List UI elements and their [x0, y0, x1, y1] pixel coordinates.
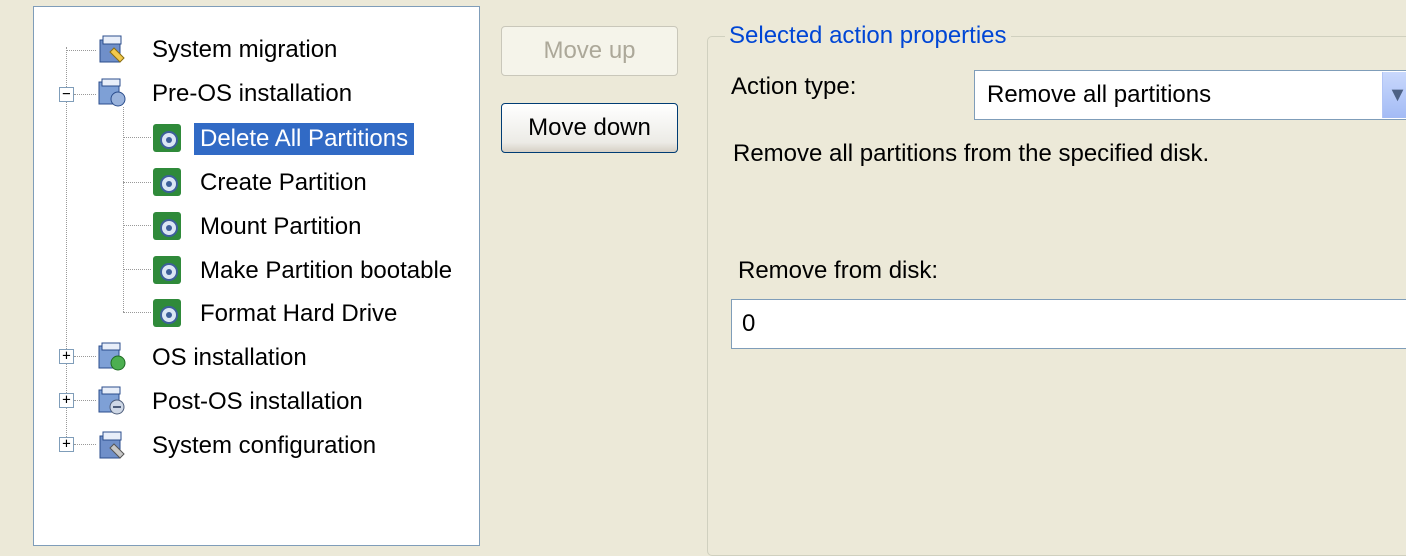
tree-item-label: Delete All Partitions — [194, 123, 415, 155]
collapse-toggle-pre-os[interactable]: − — [59, 87, 74, 102]
action-type-value: Remove all partitions — [987, 81, 1212, 108]
tree-item-label: Mount Partition — [200, 213, 362, 240]
tree-item-label: OS installation — [152, 344, 307, 371]
remove-from-disk-input[interactable]: 0 — [731, 299, 1406, 349]
action-gear-icon — [152, 123, 182, 153]
tree-item-os-installation[interactable]: OS installation — [146, 339, 313, 377]
tree-connector-line — [74, 356, 96, 357]
system-migration-icon — [96, 34, 126, 64]
tree-item-system-configuration[interactable]: System configuration — [146, 427, 382, 465]
expand-toggle-system-config[interactable]: + — [59, 437, 74, 452]
tree-item-label: Create Partition — [200, 169, 367, 196]
action-type-select[interactable]: Remove all partitions — [974, 70, 1406, 120]
tree-connector-line — [123, 312, 151, 313]
expand-toggle-os-installation[interactable]: + — [59, 349, 74, 364]
tree-item-label: System configuration — [152, 432, 377, 459]
move-up-button[interactable]: Move up — [501, 26, 678, 76]
tree-item-label: Post-OS installation — [152, 388, 363, 415]
tree-connector-line — [123, 137, 151, 138]
action-gear-icon — [152, 255, 182, 285]
action-type-label: Action type: — [731, 73, 857, 100]
tree-item-label: Format Hard Drive — [200, 300, 398, 327]
remove-from-disk-label: Remove from disk: — [738, 257, 939, 284]
tree-item-delete-all-partitions[interactable]: Delete All Partitions — [194, 120, 415, 158]
tree-connector-line — [74, 94, 96, 95]
tree-item-label: Make Partition bootable — [200, 257, 453, 284]
action-gear-icon — [152, 167, 182, 197]
tree-connector-line — [74, 444, 96, 445]
expand-toggle-post-os[interactable]: + — [59, 393, 74, 408]
tree-item-mount-partition[interactable]: Mount Partition — [194, 208, 367, 246]
tree-connector-line — [123, 269, 151, 270]
action-gear-icon — [152, 298, 182, 328]
move-down-button[interactable]: Move down — [501, 103, 678, 153]
chevron-down-icon[interactable]: ▼ — [1382, 72, 1406, 118]
tree-item-pre-os-installation[interactable]: Pre-OS installation — [146, 75, 358, 113]
group-title: Selected action properties — [725, 22, 1011, 50]
tree-item-post-os-installation[interactable]: Post-OS installation — [146, 383, 369, 421]
action-gear-icon — [152, 211, 182, 241]
tree-item-label: System migration — [152, 36, 338, 63]
os-install-icon — [96, 342, 126, 372]
action-description: Remove all partitions from the specified… — [733, 140, 1210, 167]
tree-item-create-partition[interactable]: Create Partition — [194, 164, 373, 202]
tree-item-system-migration[interactable]: System migration — [146, 31, 343, 69]
tree-connector-line — [66, 50, 96, 51]
tree-item-label: Pre-OS installation — [152, 80, 353, 107]
tree-item-format-hard-drive[interactable]: Format Hard Drive — [194, 295, 403, 333]
post-os-icon — [96, 386, 126, 416]
remove-from-disk-value: 0 — [742, 310, 756, 337]
tree-connector-line — [74, 400, 96, 401]
system-config-icon — [96, 430, 126, 460]
tree-connector-line — [123, 225, 151, 226]
tree-connector-line — [66, 47, 67, 447]
action-tree[interactable]: − + + + System migration Pre-OS installa… — [33, 6, 480, 546]
tree-connector-line — [123, 182, 151, 183]
tree-item-make-partition-bootable[interactable]: Make Partition bootable — [194, 252, 458, 290]
pre-os-icon — [96, 78, 126, 108]
